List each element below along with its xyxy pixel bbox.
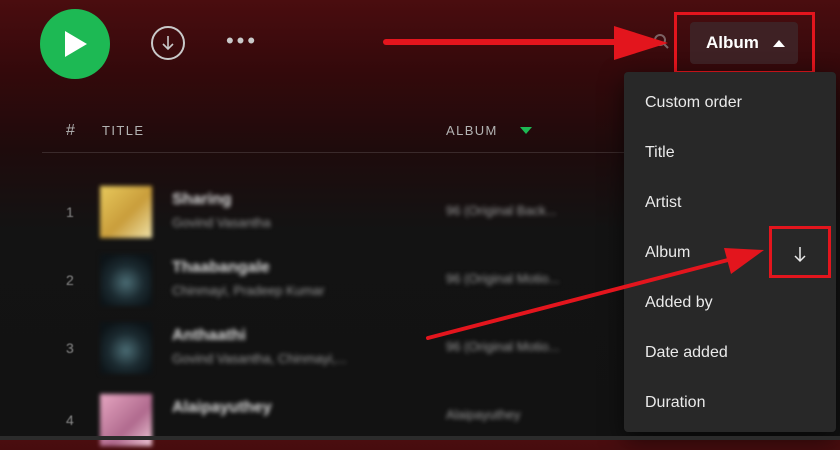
column-album[interactable]: ALBUM (446, 123, 498, 138)
track-title[interactable]: Sharing (172, 191, 232, 209)
track-artist[interactable]: Govind Vasantha (172, 215, 271, 230)
track-row[interactable]: 3 Anthaathi Govind Vasantha, Chinmayi,..… (42, 318, 632, 378)
track-album[interactable]: 96 (Original Motio... (446, 339, 559, 354)
sort-option-duration[interactable]: Duration (624, 378, 836, 428)
download-button[interactable] (151, 26, 185, 60)
track-artist[interactable]: Chinmayi, Pradeep Kumar (172, 283, 324, 298)
column-title[interactable]: TITLE (102, 123, 144, 138)
search-icon[interactable] (653, 33, 669, 49)
sort-option-artist[interactable]: Artist (624, 178, 836, 228)
album-art (100, 186, 152, 238)
track-album[interactable]: Alaipayuthey (446, 407, 520, 422)
play-button[interactable] (40, 9, 110, 79)
tracklist-header: # TITLE ALBUM (42, 112, 642, 153)
sort-descending-icon (520, 127, 532, 134)
track-title[interactable]: Alaipayuthey (172, 399, 272, 417)
track-artist[interactable]: Govind Vasantha, Chinmayi,... (172, 351, 347, 366)
track-number: 2 (66, 272, 74, 288)
sort-option-custom-order[interactable]: Custom order (624, 78, 836, 128)
track-row[interactable]: 2 Thaabangale Chinmayi, Pradeep Kumar 96… (42, 250, 632, 310)
album-art (100, 322, 152, 374)
download-icon (162, 36, 174, 51)
track-number: 4 (66, 412, 74, 428)
highlight-box-sort-button (674, 12, 815, 74)
highlight-box-sort-direction (769, 226, 831, 278)
play-icon (65, 31, 87, 57)
track-album[interactable]: 96 (Original Motio... (446, 271, 559, 286)
track-title[interactable]: Thaabangale (172, 259, 270, 277)
track-number: 3 (66, 340, 74, 356)
track-number: 1 (66, 204, 74, 220)
track-album[interactable]: 96 (Original Back... (446, 203, 557, 218)
track-row[interactable]: 1 Sharing Govind Vasantha 96 (Original B… (42, 182, 632, 242)
track-row[interactable]: 4 Alaipayuthey Alaipayuthey (42, 390, 632, 450)
sort-option-date-added[interactable]: Date added (624, 328, 836, 378)
track-title[interactable]: Anthaathi (172, 327, 246, 345)
album-art (100, 254, 152, 306)
sort-option-title[interactable]: Title (624, 128, 836, 178)
scrollbar-track (0, 436, 840, 440)
column-number: # (66, 122, 75, 139)
more-options-button[interactable]: ••• (222, 30, 262, 54)
sort-option-added-by[interactable]: Added by (624, 278, 836, 328)
